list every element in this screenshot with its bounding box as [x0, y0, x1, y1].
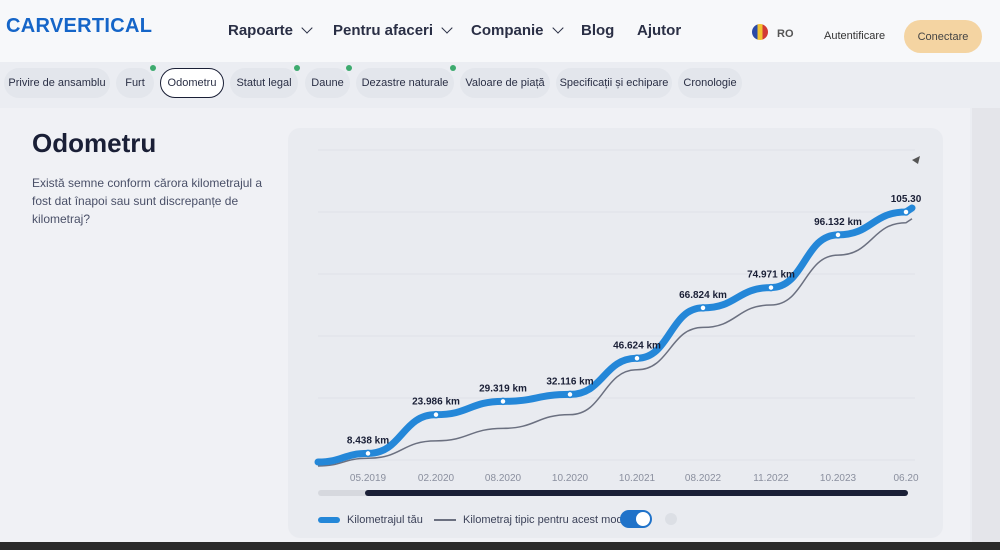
- toggle-knob: [636, 512, 650, 526]
- data-point[interactable]: [767, 283, 775, 292]
- point-label: 23.986 km: [412, 397, 460, 408]
- chart-scroll-thumb[interactable]: [365, 490, 908, 496]
- legend-swatch-yours: [318, 517, 340, 523]
- point-label: 46.624 km: [613, 340, 661, 351]
- legend-label: Kilometraj tipic pentru acest model: [463, 514, 632, 526]
- legend-item-yours: Kilometrajul tău: [318, 514, 423, 526]
- point-label: 96.132 km: [814, 217, 862, 228]
- collapse-arrow-icon[interactable]: [912, 156, 920, 164]
- info-icon[interactable]: [665, 513, 677, 525]
- x-tick-label: 10.2021: [619, 473, 656, 484]
- x-tick-label: 02.2020: [418, 473, 455, 484]
- chart-x-ticks: 05.2019 02.2020 08.2020 10.2020 10.2021 08.20…: [350, 473, 919, 484]
- point-label: 66.824 km: [679, 290, 727, 301]
- data-point[interactable]: [566, 390, 574, 399]
- legend-label: Kilometrajul tău: [347, 514, 423, 526]
- point-label: 32.116 km: [546, 376, 593, 387]
- typical-mileage-toggle[interactable]: [620, 510, 652, 528]
- x-tick-label: 10.2023: [820, 473, 857, 484]
- legend-item-typical: Kilometraj tipic pentru acest model: [434, 514, 631, 526]
- odometer-chart: 8.438 km 23.986 km 29.319 km 32.116 km 46.62…: [314, 149, 922, 484]
- chart-points: [364, 208, 910, 458]
- data-point[interactable]: [633, 354, 641, 363]
- point-label: 8.438 km: [347, 435, 389, 446]
- x-tick-label: 08.2020: [485, 473, 522, 484]
- point-label: 29.319 km: [479, 383, 527, 394]
- x-tick-label: 11.2022: [753, 473, 789, 484]
- x-tick-label: 05.2019: [350, 473, 387, 484]
- x-tick-label: 10.2020: [552, 473, 589, 484]
- legend-swatch-typical: [434, 519, 456, 521]
- x-tick-label: 08.2022: [685, 473, 722, 484]
- data-point[interactable]: [902, 208, 910, 216]
- data-point[interactable]: [364, 449, 372, 458]
- your-mileage-line: [314, 204, 916, 466]
- data-point[interactable]: [432, 410, 440, 419]
- chart-grid: [318, 149, 915, 461]
- point-label: 105.30: [891, 194, 922, 205]
- data-point[interactable]: [834, 231, 842, 239]
- data-point[interactable]: [499, 397, 507, 406]
- screen-bezel: [0, 542, 1000, 550]
- point-label: 74.971 km: [747, 270, 795, 281]
- x-tick-label: 06.20: [893, 473, 918, 484]
- data-point[interactable]: [699, 304, 707, 312]
